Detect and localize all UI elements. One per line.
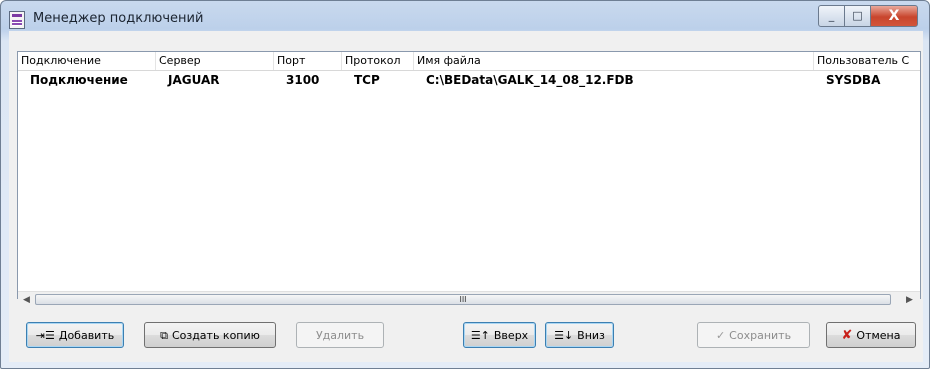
horizontal-scrollbar[interactable]: ◀ III ▶ — [18, 291, 920, 309]
cell-port: 3100 — [286, 73, 320, 87]
red-x-icon: ✘ — [841, 327, 853, 343]
column-header-port[interactable]: Порт — [274, 52, 342, 70]
maximize-button[interactable]: □ — [844, 5, 871, 27]
column-header-server[interactable]: Сервер — [156, 52, 274, 70]
move-up-button-label: Вверх — [493, 328, 529, 342]
move-down-icon: ☰↓ — [554, 328, 574, 342]
column-header-connection[interactable]: Подключение — [18, 52, 156, 70]
move-up-icon: ☰↑ — [470, 328, 490, 342]
cell-server: JAGUAR — [168, 73, 220, 87]
delete-button[interactable]: Удалить — [296, 322, 384, 348]
checkmark-icon: ✓ — [715, 328, 726, 342]
cell-filename: C:\BEData\GALK_14_08_12.FDB — [426, 73, 634, 87]
copy-icon: ⧉ — [160, 328, 168, 342]
connections-grid[interactable]: Подключение Сервер Порт Протокол Имя фай… — [17, 51, 921, 299]
close-button[interactable]: X — [870, 5, 918, 27]
window-title: Менеджер подключений — [33, 11, 204, 26]
cancel-button[interactable]: ✘ Отмена — [826, 322, 916, 348]
scroll-thumb[interactable]: III — [35, 294, 891, 305]
move-down-button[interactable]: ☰↓ Вниз — [545, 322, 614, 348]
minimize-button[interactable]: _ — [818, 5, 845, 27]
save-button[interactable]: ✓ Сохранить — [697, 322, 810, 348]
add-button-label: Добавить — [58, 328, 115, 342]
grid-header: Подключение Сервер Порт Протокол Имя фай… — [18, 52, 920, 71]
scroll-left-icon[interactable]: ◀ — [23, 295, 30, 305]
cell-user: SYSDBA — [826, 73, 881, 87]
table-row[interactable]: Подключение JAGUAR 3100 TCP C:\BEData\GA… — [18, 71, 920, 89]
delete-button-label: Удалить — [315, 328, 365, 342]
scroll-right-icon[interactable]: ▶ — [906, 295, 913, 305]
column-header-user[interactable]: Пользователь С — [814, 52, 920, 70]
save-button-label: Сохранить — [729, 328, 792, 342]
column-header-protocol[interactable]: Протокол — [342, 52, 414, 70]
move-up-button[interactable]: ☰↑ Вверх — [463, 322, 536, 348]
copy-button-label: Создать копию — [171, 328, 260, 342]
app-icon — [9, 11, 25, 29]
add-connection-icon: ⇥☰ — [35, 328, 55, 342]
copy-button[interactable]: ⧉ Создать копию — [144, 322, 276, 348]
cell-protocol: TCP — [354, 73, 380, 87]
cancel-button-label: Отмена — [856, 328, 901, 342]
column-header-filename[interactable]: Имя файла — [414, 52, 814, 70]
add-button[interactable]: ⇥☰ Добавить — [26, 322, 124, 348]
move-down-button-label: Вниз — [577, 328, 605, 342]
cell-connection: Подключение — [30, 73, 128, 87]
